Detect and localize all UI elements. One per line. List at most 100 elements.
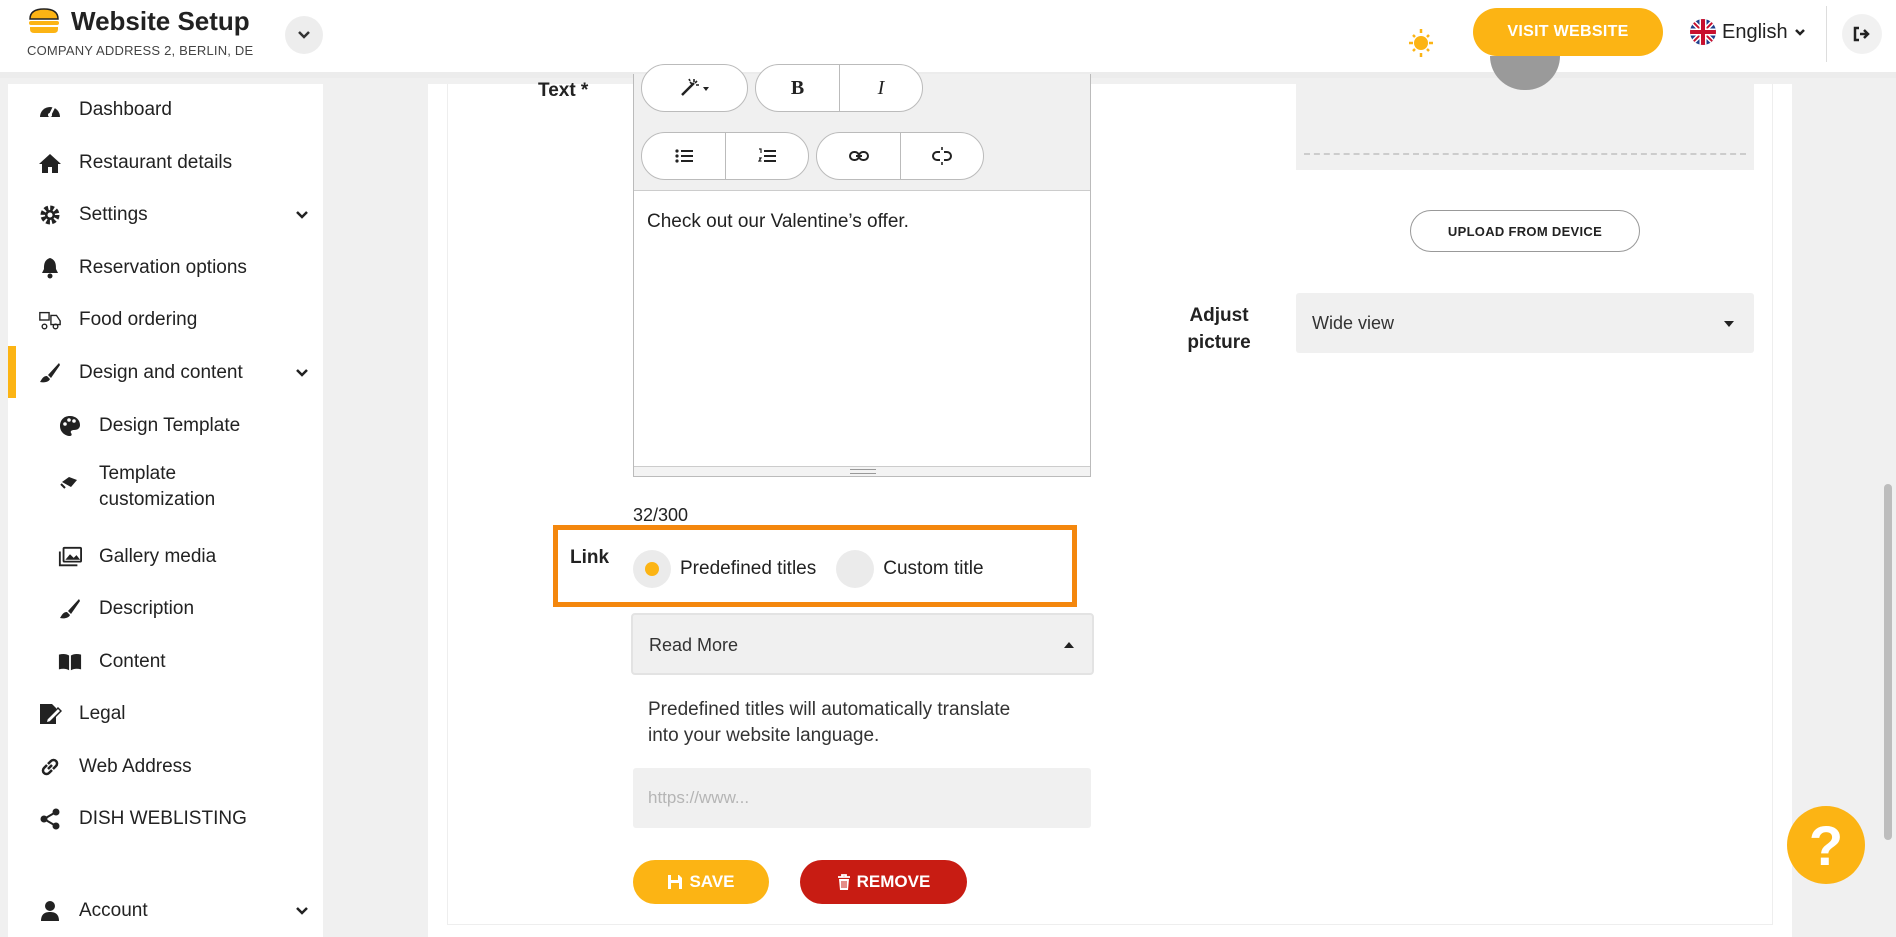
editor-text: Check out our Valentine’s offer. — [647, 211, 909, 232]
sidebar-item-label: Legal — [79, 703, 126, 724]
sidebar-item-account[interactable]: Account — [8, 891, 323, 931]
link-title-radio-group: Predefined titles Custom title — [633, 549, 1004, 589]
book-icon — [58, 651, 82, 673]
sidebar-item-dashboard[interactable]: Dashboard — [8, 90, 323, 130]
insert-link-button[interactable] — [817, 133, 901, 179]
sidebar-item-label: Restaurant details — [79, 152, 233, 173]
uk-flag-icon — [1690, 19, 1716, 45]
sidebar-item-content[interactable]: Content — [8, 642, 323, 682]
remove-label: REMOVE — [856, 872, 931, 891]
sidebar-item-label: Web Address — [79, 756, 192, 777]
sidebar-item-label: Reservation options — [79, 257, 247, 278]
sidebar-item-label: Settings — [79, 204, 148, 225]
magic-wand-icon — [680, 78, 709, 96]
sidebar-item-label: Design and content — [79, 362, 243, 383]
italic-button[interactable]: I — [840, 65, 922, 111]
toolbar-group-links — [816, 132, 984, 180]
radio-predefined-titles[interactable] — [633, 550, 671, 588]
chevron-down-icon — [296, 369, 308, 377]
link-label: Link — [570, 547, 610, 568]
image-placeholder — [1490, 56, 1560, 90]
sidebar-item-label: Food ordering — [79, 309, 198, 330]
remove-button[interactable]: REMOVE — [800, 860, 967, 904]
sidebar-item-label: DISH WEBLISTING — [79, 808, 247, 829]
sidebar-item-web-address[interactable]: Web Address — [8, 747, 323, 787]
sidebar-item-label: Account — [79, 900, 148, 921]
home-icon — [38, 152, 62, 174]
radio-selected-dot — [645, 562, 659, 576]
question-icon: ? — [1808, 813, 1844, 877]
upload-from-device-button[interactable]: UPLOAD FROM DEVICE — [1410, 210, 1640, 252]
toolbar-group-lists — [641, 132, 809, 180]
sidebar-item-restaurant-details[interactable]: Restaurant details — [8, 143, 323, 183]
editor-resize-handle[interactable] — [634, 466, 1090, 476]
sidebar-item-label: Design Template — [99, 415, 241, 436]
editor-content[interactable]: Check out our Valentine’s offer. — [634, 190, 1090, 466]
logout-button[interactable] — [1842, 14, 1882, 54]
language-selector[interactable]: English — [1690, 18, 1806, 46]
gallery-icon — [58, 546, 82, 568]
magic-style-button[interactable] — [642, 65, 747, 111]
predefined-help-text: Predefined titles will automatically tra… — [648, 697, 1088, 749]
visit-website-button[interactable]: VISIT WEBSITE — [1473, 8, 1663, 56]
account-switch-button[interactable] — [285, 16, 323, 54]
text-field-label: Text * — [538, 80, 589, 101]
adjust-label-line2: picture — [1187, 332, 1251, 353]
select-value: Read More — [649, 635, 739, 655]
customization-icon — [58, 471, 82, 493]
sidebar-item-design-template[interactable]: Design Template — [8, 406, 323, 446]
radio-custom-label[interactable]: Custom title — [883, 558, 983, 580]
food-ordering-icon — [38, 309, 62, 331]
dashed-divider — [1304, 153, 1746, 155]
sidebar-item-label: Gallery media — [99, 546, 217, 567]
brush-icon — [58, 598, 82, 620]
dashboard-icon — [38, 99, 62, 121]
sidebar-item-gallery-media[interactable]: Gallery media — [8, 537, 323, 577]
user-icon — [38, 900, 62, 922]
sidebar: Dashboard Restaurant details Settings Re… — [8, 84, 323, 937]
unlink-button[interactable] — [901, 133, 983, 179]
sidebar-item-design-and-content[interactable]: Design and content — [8, 353, 323, 393]
chevron-down-icon — [296, 907, 308, 915]
logout-icon — [1853, 26, 1870, 42]
save-label: SAVE — [689, 872, 735, 891]
gear-icon — [38, 204, 62, 226]
radio-predefined-label[interactable]: Predefined titles — [680, 558, 816, 580]
help-button[interactable]: ? — [1787, 806, 1865, 884]
predefined-title-select[interactable]: Read More — [631, 613, 1094, 675]
image-preview-area[interactable] — [1296, 56, 1754, 170]
app-title: Website Setup — [71, 6, 250, 36]
url-input[interactable] — [633, 768, 1091, 828]
save-button[interactable]: SAVE — [633, 860, 769, 904]
theme-toggle-icon[interactable] — [1385, 16, 1433, 60]
sidebar-item-legal[interactable]: Legal — [8, 694, 323, 734]
sidebar-item-reservation-options[interactable]: Reservation options — [8, 248, 323, 288]
numbered-list-button[interactable] — [726, 133, 808, 179]
bullet-list-button[interactable] — [642, 133, 726, 179]
adjust-picture-label: Adjust picture — [1180, 302, 1258, 356]
scrollbar-thumb[interactable] — [1884, 484, 1892, 840]
grip-lines — [850, 469, 876, 474]
sidebar-item-dish-weblisting[interactable]: DISH WEBLISTING — [8, 799, 323, 839]
chevron-down-icon — [296, 211, 308, 219]
sidebar-item-settings[interactable]: Settings — [8, 195, 323, 235]
help-line-2: into your website language. — [648, 725, 880, 746]
caret-up-icon — [1064, 642, 1074, 648]
rich-text-editor: B I Check out our Valentine’s offer. — [633, 64, 1091, 477]
share-icon — [38, 808, 62, 830]
sidebar-item-template-customization[interactable]: Template customization — [8, 459, 323, 523]
sidebar-item-description[interactable]: Description — [8, 589, 323, 629]
header-divider — [1826, 6, 1827, 62]
bold-button[interactable]: B — [756, 65, 840, 111]
trash-icon — [837, 873, 850, 890]
radio-custom-title[interactable] — [836, 550, 875, 588]
legal-icon — [38, 703, 62, 725]
sidebar-item-label: Dashboard — [79, 99, 172, 120]
sidebar-item-label: Content — [99, 651, 166, 672]
sidebar-item-label: Template — [99, 463, 177, 484]
sidebar-item-food-ordering[interactable]: Food ordering — [8, 300, 323, 340]
sidebar-item-label: Description — [99, 598, 195, 619]
link-icon — [38, 756, 62, 778]
toolbar-group-format: B I — [755, 64, 923, 112]
adjust-picture-select[interactable]: Wide view — [1296, 293, 1754, 353]
